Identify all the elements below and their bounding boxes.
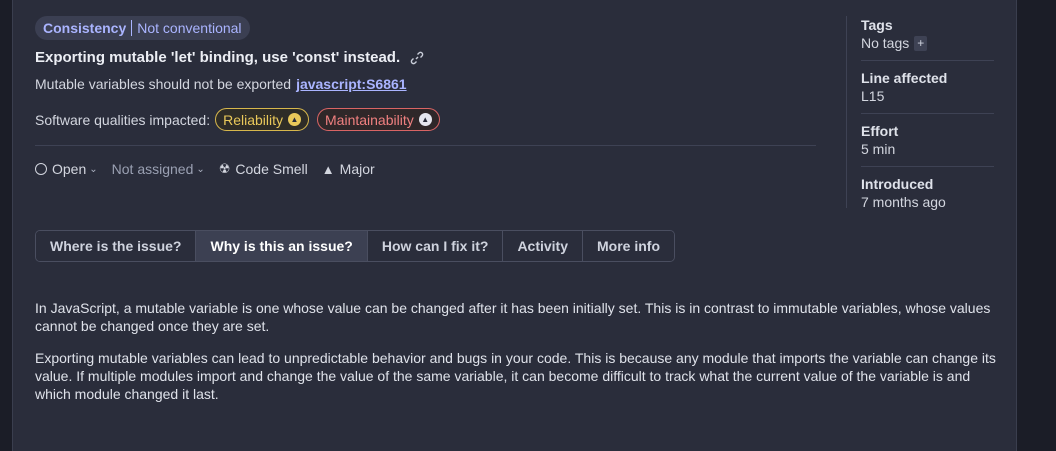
tags-heading: Tags xyxy=(861,17,893,33)
permalink-icon[interactable] xyxy=(410,51,424,65)
tags-section: Tags No tags + xyxy=(861,16,994,61)
divider xyxy=(35,145,816,146)
paragraph: In JavaScript, a mutable variable is one… xyxy=(35,300,991,334)
status-dropdown[interactable]: Open ⌄ xyxy=(35,161,98,177)
right-gutter xyxy=(1017,0,1056,451)
add-tag-button[interactable]: + xyxy=(914,35,928,51)
maintainability-badge[interactable]: Maintainability ▲ xyxy=(317,108,440,131)
introduced-value: 7 months ago xyxy=(861,194,946,210)
line-affected-heading: Line affected xyxy=(861,70,948,86)
tab-where-is-the-issue[interactable]: Where is the issue? xyxy=(36,231,197,261)
tags-text: No tags xyxy=(861,35,910,51)
issue-title: Exporting mutable 'let' binding, use 'co… xyxy=(35,49,401,66)
issue-meta-row: Open ⌄ Not assigned ⌄ ☢ Code Smell ▲ Maj… xyxy=(35,161,389,177)
tab-more-info[interactable]: More info xyxy=(583,231,675,261)
issue-description-row: Mutable variables should not be exported… xyxy=(35,76,407,92)
line-affected-value: L15 xyxy=(861,88,885,104)
effort-section: Effort 5 min xyxy=(861,122,994,167)
introduced-section: Introduced 7 months ago xyxy=(861,175,994,219)
qualities-label: Software qualities impacted: xyxy=(35,111,211,128)
clean-code-attribute-badge: Consistency Not conventional xyxy=(35,16,250,40)
issue-description: Mutable variables should not be exported xyxy=(35,76,292,92)
maintainability-label: Maintainability xyxy=(325,111,414,128)
attribute-name: Not conventional xyxy=(137,20,242,36)
issue-severity: ▲ Major xyxy=(322,161,375,177)
line-affected-section: Line affected L15 xyxy=(861,69,994,114)
tab-why-is-this-an-issue[interactable]: Why is this an issue? xyxy=(196,231,368,261)
issue-type-label: Code Smell xyxy=(235,161,308,177)
badge-divider xyxy=(131,20,133,36)
issue-type: ☢ Code Smell xyxy=(219,161,308,177)
status-label: Open xyxy=(52,161,87,177)
rule-link[interactable]: javascript:S6861 xyxy=(296,76,407,92)
attribute-category: Consistency xyxy=(43,20,127,36)
reliability-label: Reliability xyxy=(223,111,284,128)
effort-heading: Effort xyxy=(861,123,899,139)
issue-title-row: Exporting mutable 'let' binding, use 'co… xyxy=(35,49,424,66)
major-severity-icon: ▲ xyxy=(321,161,335,177)
paragraph: Exporting mutable variables can lead to … xyxy=(35,350,996,402)
chevron-down-icon: ⌄ xyxy=(196,163,205,175)
assignee-label: Not assigned xyxy=(111,161,194,177)
severity-major-icon: ▲ xyxy=(418,113,432,126)
issue-tabs: Where is the issue? Why is this an issue… xyxy=(35,230,676,262)
reliability-badge[interactable]: Reliability ▲ xyxy=(215,108,310,131)
introduced-heading: Introduced xyxy=(861,176,934,192)
tab-how-can-i-fix-it[interactable]: How can I fix it? xyxy=(367,231,504,261)
issue-sidebar: Tags No tags + Line affected L15 Effort … xyxy=(846,16,994,210)
software-qualities-row: Software qualities impacted: Reliability… xyxy=(35,108,440,131)
code-smell-icon: ☢ xyxy=(218,161,231,176)
severity-label: Major xyxy=(339,161,375,177)
assignee-dropdown[interactable]: Not assigned ⌄ xyxy=(112,161,205,177)
tags-value: No tags + xyxy=(861,34,994,52)
open-status-icon xyxy=(35,163,47,175)
tab-content: In JavaScript, a mutable variable is one… xyxy=(35,299,997,417)
severity-major-icon: ▲ xyxy=(288,113,302,126)
chevron-down-icon: ⌄ xyxy=(89,163,98,175)
tab-activity[interactable]: Activity xyxy=(503,231,584,261)
effort-value: 5 min xyxy=(861,141,896,157)
